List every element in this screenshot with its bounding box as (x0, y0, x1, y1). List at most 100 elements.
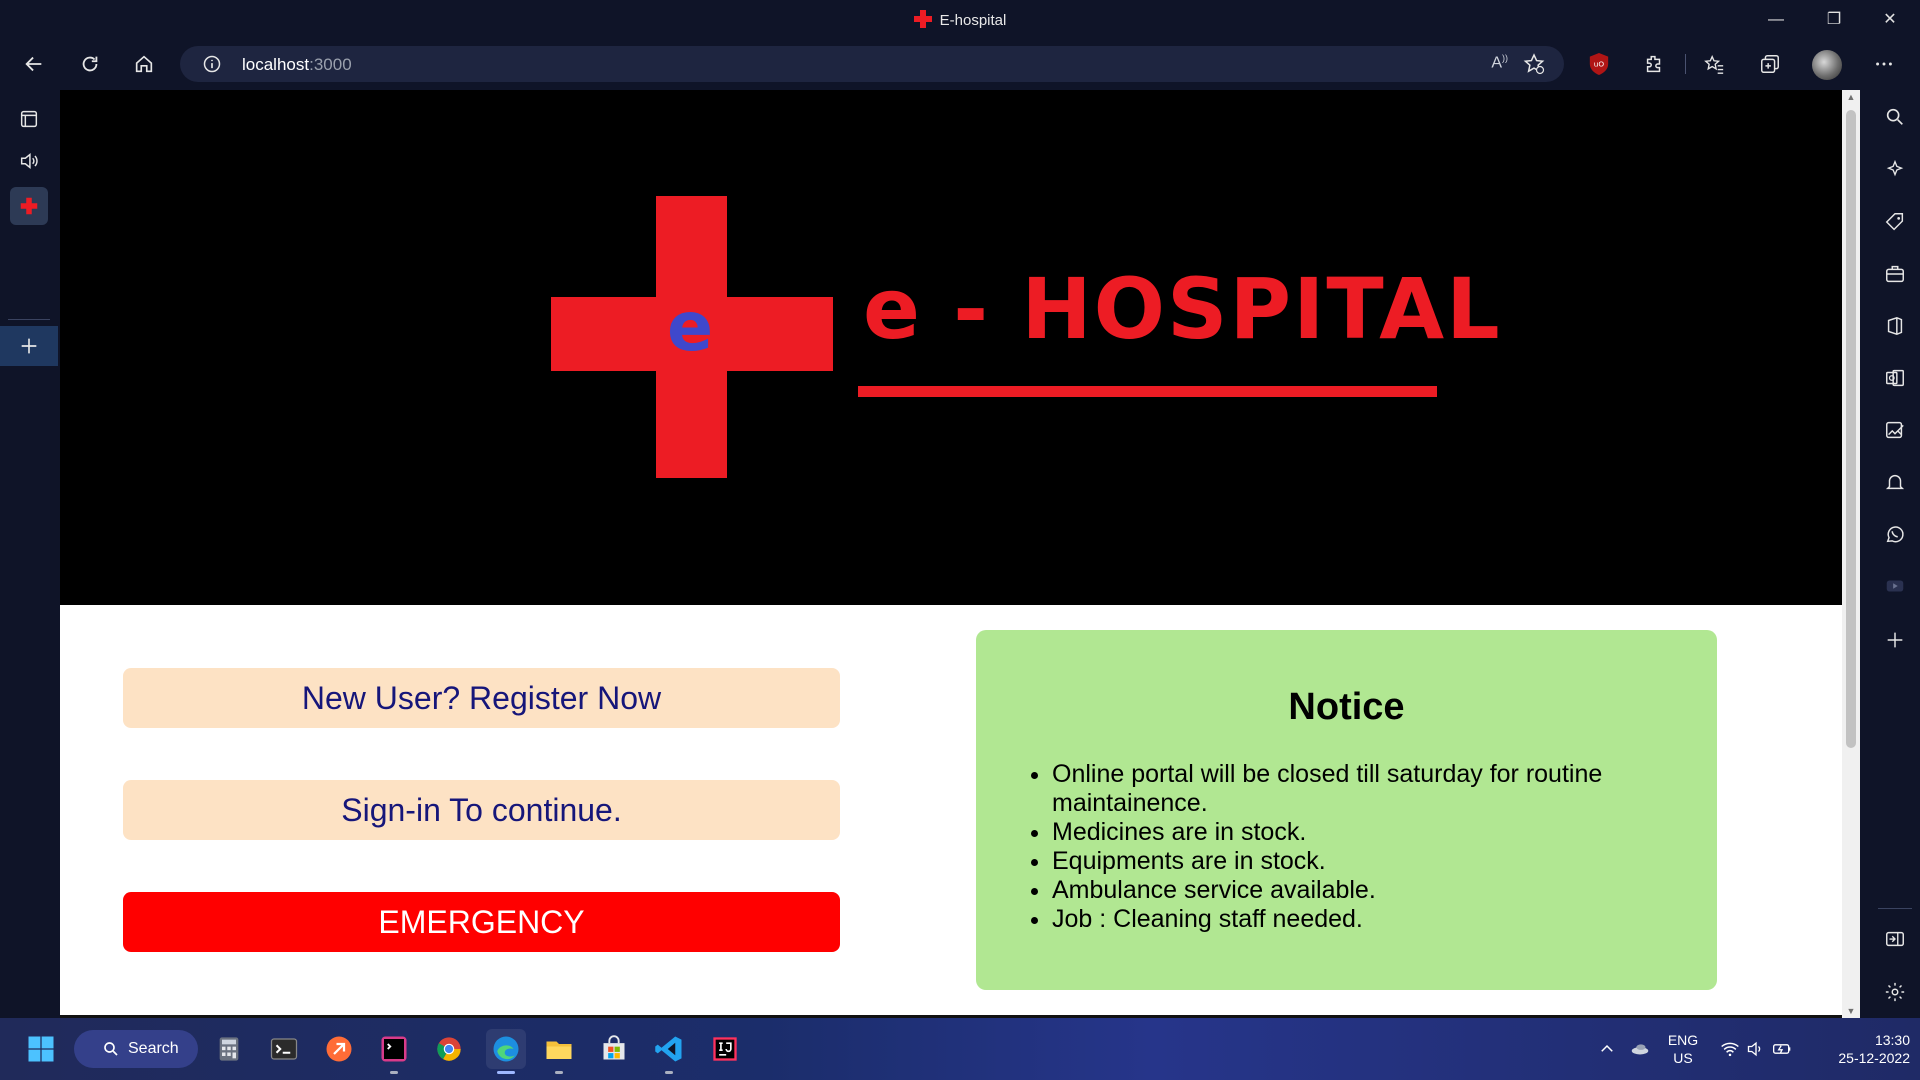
copilot-icon (1886, 159, 1904, 177)
profile-avatar[interactable] (1812, 50, 1842, 80)
favorites-button[interactable] (1698, 48, 1730, 80)
hide-sidebar-button[interactable] (1882, 926, 1908, 952)
close-button[interactable]: ✕ (1870, 8, 1910, 32)
tab-actions-button[interactable] (10, 100, 48, 138)
calculator-app[interactable] (212, 1032, 246, 1066)
emergency-button[interactable]: EMERGENCY (123, 892, 840, 952)
notification-button[interactable] (1882, 469, 1908, 495)
youtube-button[interactable] (1882, 573, 1908, 599)
outlook-button[interactable] (1882, 365, 1908, 391)
language-line-2: US (1673, 1050, 1693, 1066)
volume-icon (1747, 1041, 1761, 1057)
page-viewport: e e - HOSPITAL New User? Register Now Si… (60, 90, 1842, 1018)
clock[interactable]: 13:30 25-12-2022 (1810, 1031, 1910, 1067)
drive-tray-icon[interactable] (1626, 1032, 1654, 1066)
back-button[interactable] (18, 48, 50, 80)
webstorm-app[interactable] (377, 1032, 411, 1066)
copilot-button[interactable] (1882, 157, 1908, 183)
terminal-pink-icon (381, 1036, 407, 1062)
page-scrollbar[interactable]: ▲ ▼ (1842, 90, 1860, 1018)
edge-sidebar (1870, 88, 1920, 1018)
folder-icon (546, 1041, 572, 1059)
more-icon (1876, 62, 1892, 66)
volume-tray[interactable] (1744, 1032, 1768, 1066)
scroll-up-arrow-icon[interactable]: ▲ (1846, 92, 1856, 102)
collections-button[interactable] (1754, 48, 1786, 80)
ublock-icon[interactable]: uO (1588, 52, 1610, 76)
vscode-app[interactable] (652, 1032, 686, 1066)
chrome-app[interactable] (432, 1032, 466, 1066)
read-aloud-icon[interactable]: A)) (1491, 53, 1508, 72)
scroll-down-arrow-icon[interactable]: ▼ (1846, 1006, 1856, 1016)
new-tab-icon (21, 338, 37, 354)
notification-icon (1885, 474, 1905, 490)
home-button[interactable] (128, 48, 160, 80)
office-button[interactable] (1882, 313, 1908, 339)
running-indicator (555, 1071, 563, 1074)
restore-button[interactable]: ❐ (1814, 8, 1854, 32)
clock-date: 25-12-2022 (1838, 1050, 1910, 1066)
notice-item: Job : Cleaning staff needed. (1052, 905, 1652, 934)
more-button[interactable] (1868, 48, 1900, 80)
calculator-icon (219, 1037, 239, 1061)
info-icon[interactable] (202, 54, 222, 74)
edge-app[interactable] (486, 1029, 526, 1069)
brand-underline (858, 386, 1437, 397)
minimize-button[interactable]: — (1756, 8, 1796, 32)
hospital-tab[interactable] (10, 187, 48, 225)
start-button[interactable] (24, 1032, 58, 1066)
notice-item: Equipments are in stock. (1052, 847, 1652, 876)
taskbar-search-label: Search (128, 1040, 179, 1057)
terminal-app[interactable] (267, 1032, 301, 1066)
add-sidebar-app-button[interactable] (1882, 627, 1908, 653)
register-button[interactable]: New User? Register Now (123, 668, 840, 728)
tools-button[interactable] (1882, 261, 1908, 287)
language-line-1: ENG (1667, 1032, 1699, 1048)
vertical-tabs-sidebar (0, 88, 58, 1018)
url-host: localhost (242, 55, 310, 74)
url-text[interactable]: localhost:3000 (242, 55, 352, 75)
audio-icon (20, 153, 38, 169)
image-creator-button[interactable] (1882, 417, 1908, 443)
language-indicator[interactable]: ENG US (1660, 1031, 1706, 1067)
intellij-icon (713, 1037, 737, 1061)
show-hidden-icons-button[interactable] (1594, 1032, 1620, 1066)
sidebar-divider (8, 319, 50, 320)
window-title-text: E-hospital (939, 12, 1007, 29)
address-bar[interactable]: localhost:3000 A)) (180, 46, 1564, 82)
brand-title: e - HOSPITAL (863, 260, 1502, 358)
notice-item: Online portal will be closed till saturd… (1052, 760, 1652, 818)
wifi-tray[interactable] (1718, 1032, 1742, 1066)
collections-icon (1761, 55, 1779, 73)
chevron-up-icon (1601, 1044, 1613, 1052)
extensions-button[interactable] (1638, 48, 1670, 80)
notice-title: Notice (1288, 686, 1405, 728)
refresh-button[interactable] (74, 48, 106, 80)
file-explorer-app[interactable] (542, 1032, 576, 1066)
whatsapp-button[interactable] (1882, 521, 1908, 547)
intellij-app[interactable] (708, 1032, 742, 1066)
add-favorite-icon[interactable] (1522, 52, 1546, 76)
whatsapp-icon (1886, 526, 1904, 543)
battery-tray[interactable] (1770, 1032, 1794, 1066)
notice-list: Online portal will be closed till saturd… (1030, 760, 1652, 934)
windows-logo-icon (28, 1036, 54, 1062)
sidebar-settings-button[interactable] (1882, 979, 1908, 1005)
signin-button[interactable]: Sign-in To continue. (123, 780, 840, 840)
svg-text:uO: uO (1594, 60, 1605, 69)
new-tab-button[interactable] (0, 326, 58, 366)
audio-tab[interactable] (10, 142, 48, 180)
shopping-button[interactable] (1882, 209, 1908, 235)
toolbar-divider (1685, 54, 1686, 74)
sidebar-search-button[interactable] (1882, 104, 1908, 130)
windows-taskbar: Search ENG US 13:30 25-12-2022 (0, 1018, 1920, 1080)
tools-icon (1886, 265, 1904, 283)
scroll-thumb[interactable] (1846, 110, 1856, 748)
chrome-icon (437, 1037, 461, 1061)
microsoft-store-app[interactable] (597, 1032, 631, 1066)
taskbar-search[interactable]: Search (74, 1030, 198, 1068)
refresh-icon (82, 56, 98, 72)
url-port: :3000 (309, 55, 352, 74)
hospital-cross-logo: e (551, 196, 833, 478)
postman-app[interactable] (322, 1032, 356, 1066)
